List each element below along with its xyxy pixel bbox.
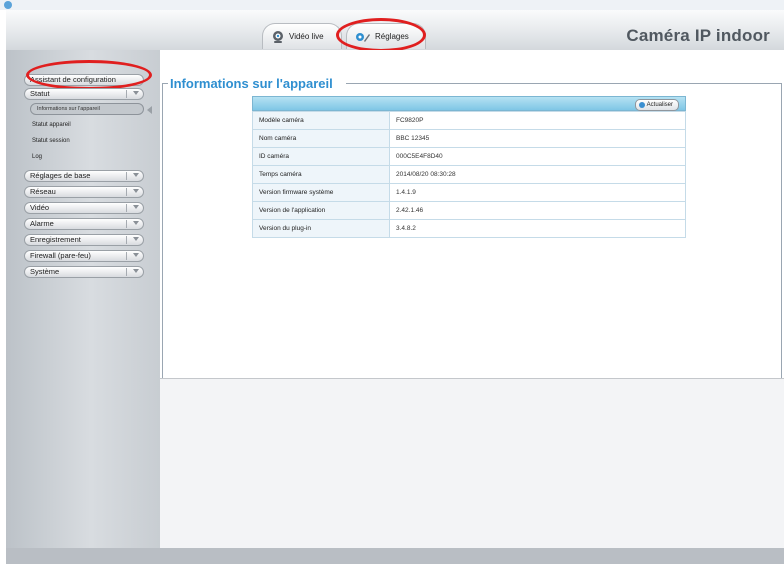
row-key: ID caméra (252, 147, 390, 166)
row-value: BBC 12345 (389, 129, 686, 148)
sidebar-item-label: Assistant de configuration (30, 75, 116, 84)
row-value: 3.4.8.2 (389, 219, 686, 238)
sidebar-item-label: Réseau (30, 187, 56, 196)
sidebar-item-label: Vidéo (30, 203, 50, 212)
refresh-button[interactable]: Actualiser (634, 99, 679, 111)
chevron-down-icon (133, 91, 139, 95)
sidebar-item-basic-settings[interactable]: Réglages de base (24, 170, 144, 182)
divider (126, 220, 127, 228)
tab-settings[interactable]: Réglages (346, 23, 426, 49)
divider (126, 204, 127, 212)
sidebar-item-recording[interactable]: Enregistrement (24, 234, 144, 246)
refresh-icon (638, 102, 645, 108)
content-footer-area (160, 378, 784, 549)
fieldset-border (781, 83, 782, 378)
sidebar-subitem-log[interactable]: Log (32, 154, 42, 160)
fieldset-border (162, 83, 163, 378)
sidebar-item-alarm[interactable]: Alarme (24, 218, 144, 230)
divider (126, 172, 127, 180)
chevron-down-icon (133, 237, 139, 241)
bottom-bar (6, 548, 784, 564)
device-info-table: Actualiser Modèle caméra FC9820P Nom cam… (252, 96, 686, 238)
table-row: Version de l'application 2.42.1.46 (252, 201, 686, 220)
divider (126, 90, 127, 98)
row-value: FC9820P (389, 111, 686, 130)
chevron-down-icon (133, 253, 139, 257)
row-key: Modèle caméra (252, 111, 390, 130)
sidebar-item-label: Statut (30, 89, 50, 98)
sidebar-item-setup-wizard[interactable]: Assistant de configuration (24, 74, 144, 86)
table-row: Nom caméra BBC 12345 (252, 129, 686, 148)
sidebar-item-label: Système (30, 267, 60, 276)
sidebar-item-label: Informations sur l'appareil (37, 106, 100, 112)
sidebar-subitem-session-status[interactable]: Statut session (32, 138, 70, 144)
divider (126, 252, 127, 260)
row-value: 000C5E4F8D40 (389, 147, 686, 166)
row-key: Version du plug-in (252, 219, 390, 238)
sidebar-item-network[interactable]: Réseau (24, 186, 144, 198)
row-value: 2.42.1.46 (389, 201, 686, 220)
row-key: Nom caméra (252, 129, 390, 148)
sidebar-subitem-device-status[interactable]: Statut appareil (32, 122, 71, 128)
gear-wrench-icon (356, 32, 370, 42)
row-key: Temps caméra (252, 165, 390, 184)
table-row: Version du plug-in 3.4.8.2 (252, 219, 686, 238)
top-bar (0, 0, 784, 10)
tab-video-live[interactable]: Vidéo live (262, 23, 342, 49)
chevron-down-icon (133, 269, 139, 273)
divider (126, 188, 127, 196)
divider (126, 268, 127, 276)
sidebar-item-status[interactable]: Statut (24, 88, 144, 100)
row-key: Version firmware système (252, 183, 390, 202)
table-row: ID caméra 000C5E4F8D40 (252, 147, 686, 166)
sidebar-item-label: Enregistrement (30, 235, 81, 244)
row-value: 2014/08/20 08:30:28 (389, 165, 686, 184)
tab-label: Vidéo live (289, 32, 324, 41)
fieldset-border (346, 83, 782, 84)
active-pointer-icon (147, 106, 152, 114)
table-row: Modèle caméra FC9820P (252, 111, 686, 130)
chevron-down-icon (133, 173, 139, 177)
webcam-icon (273, 30, 283, 43)
table-row: Temps caméra 2014/08/20 08:30:28 (252, 165, 686, 184)
info-table: Modèle caméra FC9820P Nom caméra BBC 123… (252, 111, 686, 238)
sidebar-item-label: Réglages de base (30, 171, 91, 180)
chevron-down-icon (133, 189, 139, 193)
table-header-bar: Actualiser (252, 96, 686, 111)
sidebar-item-system[interactable]: Système (24, 266, 144, 278)
sidebar-item-label: Firewall (pare-feu) (30, 251, 91, 260)
row-value: 1.4.1.9 (389, 183, 686, 202)
header: Vidéo live Réglages Caméra IP indoor (6, 10, 784, 51)
sidebar-subitem-device-info[interactable]: Informations sur l'appareil (30, 103, 152, 115)
app-icon (4, 1, 12, 9)
app-title: Caméra IP indoor (626, 26, 770, 45)
sidebar-item-video[interactable]: Vidéo (24, 202, 144, 214)
row-key: Version de l'application (252, 201, 390, 220)
sidebar (6, 50, 160, 564)
chevron-down-icon (133, 205, 139, 209)
section-title: Informations sur l'appareil (170, 76, 333, 91)
tab-label: Réglages (375, 32, 409, 41)
refresh-label: Actualiser (646, 102, 673, 108)
sidebar-item-label: Alarme (30, 219, 54, 228)
table-row: Version firmware système 1.4.1.9 (252, 183, 686, 202)
chevron-down-icon (133, 221, 139, 225)
sidebar-item-firewall[interactable]: Firewall (pare-feu) (24, 250, 144, 262)
divider (126, 236, 127, 244)
